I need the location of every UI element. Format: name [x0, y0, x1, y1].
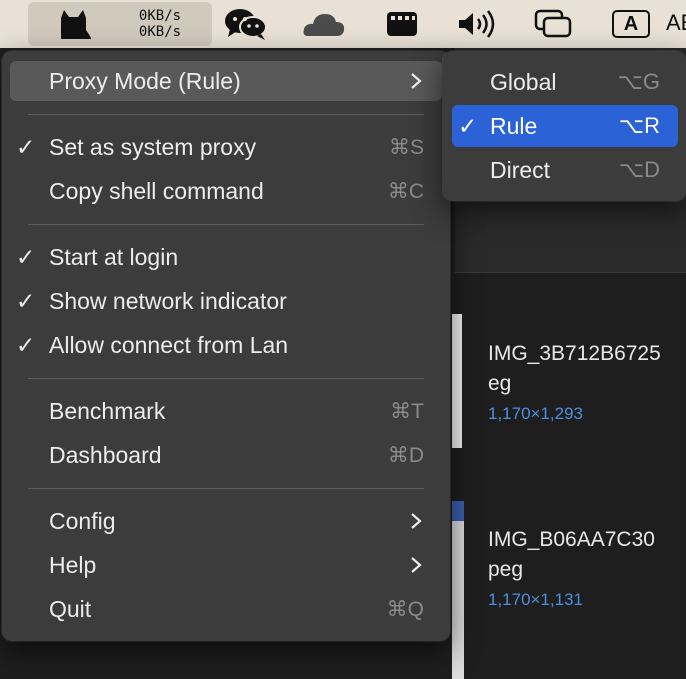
menu-separator: [28, 488, 424, 489]
menu-item-help[interactable]: Help: [10, 545, 442, 585]
proxy-mode-submenu: Global ⌥G ✓ Rule ⌥R Direct ⌥D: [443, 51, 686, 201]
submenu-item-rule[interactable]: ✓ Rule ⌥R: [452, 105, 678, 147]
shortcut-label: ⌘Q: [386, 598, 424, 621]
submenu-item-direct[interactable]: Direct ⌥D: [452, 149, 678, 191]
menu-item-dashboard[interactable]: Dashboard ⌘D: [10, 435, 442, 475]
shortcut-label: ⌥D: [618, 157, 660, 182]
menu-item-start-at-login[interactable]: ✓ Start at login: [10, 237, 442, 277]
wechat-icon[interactable]: [222, 0, 270, 48]
menu-separator: [28, 114, 424, 115]
shortcut-label: ⌘S: [388, 136, 424, 159]
volume-icon[interactable]: [452, 0, 502, 48]
submenu-item-label: Rule: [490, 113, 538, 139]
menu-item-config[interactable]: Config: [10, 501, 442, 541]
file-thumbnail[interactable]: [452, 314, 462, 448]
clashx-cat-icon[interactable]: [50, 0, 100, 48]
checkmark-icon: ✓: [16, 332, 36, 358]
shortcut-label: ⌘D: [387, 444, 424, 467]
truncated-status-item[interactable]: AE: [666, 10, 686, 36]
menu-item-label: Start at login: [49, 244, 179, 270]
checkmark-icon: ✓: [16, 134, 36, 160]
file-name[interactable]: IMG_3B712B6725 eg: [488, 339, 661, 399]
menu-item-label: Config: [49, 508, 116, 534]
menu-item-label: Show network indicator: [49, 288, 287, 314]
menu-item-benchmark[interactable]: Benchmark ⌘T: [10, 391, 442, 431]
menu-separator: [28, 378, 424, 379]
chevron-right-icon: [411, 73, 422, 89]
input-source-icon[interactable]: A: [612, 10, 650, 38]
menu-item-set-system-proxy[interactable]: ✓ Set as system proxy ⌘S: [10, 127, 442, 167]
menu-item-quit[interactable]: Quit ⌘Q: [10, 589, 442, 629]
shortcut-label: ⌘T: [390, 400, 424, 423]
file-dimensions: 1,170×1,293: [488, 404, 584, 423]
submenu-item-label: Direct: [490, 157, 551, 183]
clapper-board-icon[interactable]: [380, 0, 424, 48]
download-speed: 0KB/s: [138, 24, 182, 40]
shortcut-label: ⌥R: [618, 113, 660, 138]
menu-item-label: Benchmark: [49, 398, 166, 424]
menu-item-label: Help: [49, 552, 97, 578]
chevron-right-icon: [411, 557, 422, 573]
menu-item-label: Set as system proxy: [49, 134, 257, 160]
menu-separator: [28, 224, 424, 225]
menu-item-label: Allow connect from Lan: [49, 332, 289, 358]
file-dimensions: 1,170×1,131: [488, 590, 584, 609]
file-thumbnail[interactable]: [452, 501, 464, 679]
menu-bar: 0KB/s 0KB/s A A: [0, 0, 686, 48]
menu-item-label: Quit: [49, 596, 92, 622]
menu-item-label: Proxy Mode (Rule): [49, 68, 241, 94]
menu-item-label: Dashboard: [49, 442, 162, 468]
checkmark-icon: ✓: [458, 113, 478, 139]
menu-item-proxy-mode[interactable]: Proxy Mode (Rule): [10, 61, 442, 101]
submenu-item-label: Global: [490, 69, 557, 95]
menu-item-copy-shell-command[interactable]: Copy shell command ⌘C: [10, 171, 442, 211]
menu-item-allow-lan[interactable]: ✓ Allow connect from Lan: [10, 325, 442, 365]
network-speed-indicator: 0KB/s 0KB/s: [120, 8, 200, 40]
menu-item-show-network-indicator[interactable]: ✓ Show network indicator: [10, 281, 442, 321]
submenu-item-global[interactable]: Global ⌥G: [452, 61, 678, 103]
shortcut-label: ⌥G: [617, 69, 660, 94]
cloud-icon[interactable]: [300, 0, 348, 48]
checkmark-icon: ✓: [16, 244, 36, 270]
clashx-menu: Proxy Mode (Rule) ✓ Set as system proxy …: [2, 51, 450, 641]
shortcut-label: ⌘C: [387, 180, 424, 203]
menu-item-label: Copy shell command: [49, 178, 264, 204]
upload-speed: 0KB/s: [138, 8, 182, 24]
file-name[interactable]: IMG_B06AA7C30 peg: [488, 525, 655, 585]
checkmark-icon: ✓: [16, 288, 36, 314]
chevron-right-icon: [411, 513, 422, 529]
screen-mirroring-icon[interactable]: [528, 0, 578, 48]
